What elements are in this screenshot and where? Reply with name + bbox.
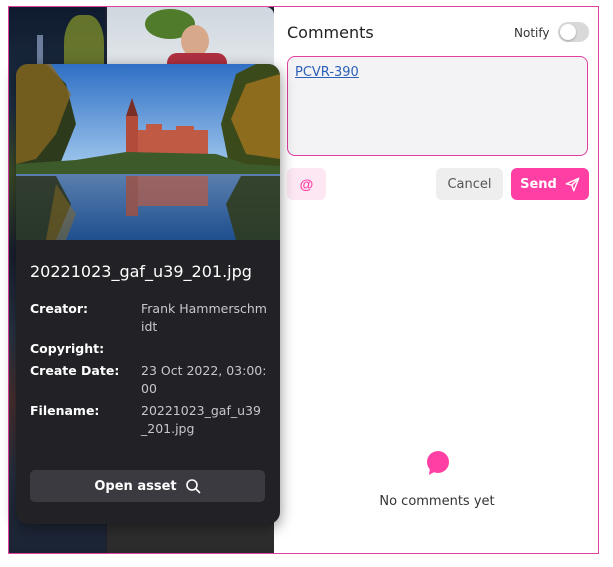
metadata-row-filename: Filename: 20221023_gaf_u39_201.jpg (30, 402, 270, 438)
metadata-value (141, 340, 267, 358)
asset-title: 20221023_gaf_u39_201.jpg (30, 262, 252, 281)
send-button[interactable]: Send (511, 168, 589, 200)
toggle-knob (560, 24, 576, 40)
mention-button[interactable]: @ (287, 168, 326, 200)
gallery-thumbnail-person[interactable] (107, 7, 274, 73)
metadata-value: 23 Oct 2022, 03:00:00 (141, 363, 267, 396)
metadata-value: Frank Hammerschmidt (141, 301, 267, 334)
metadata-row-copyright: Copyright: (30, 340, 270, 358)
notify-toggle[interactable] (558, 22, 589, 42)
open-asset-button[interactable]: Open asset (30, 470, 265, 502)
cancel-button[interactable]: Cancel (436, 168, 503, 200)
comments-title: Comments (287, 23, 374, 42)
asset-info-popover: 20221023_gaf_u39_201.jpg Creator: Frank … (16, 64, 280, 524)
empty-state-text: No comments yet (379, 494, 495, 509)
notify-label: Notify (514, 26, 550, 40)
asset-metadata: Creator: Frank Hammerschmidt Copyright: … (30, 300, 270, 442)
send-button-label: Send (520, 176, 557, 192)
metadata-key: Filename: (30, 403, 100, 418)
mention-link[interactable]: PCVR-390 (295, 65, 359, 80)
comments-panel: Comments Notify PCVR-390 @ Cancel Send N… (276, 7, 598, 553)
open-asset-label: Open asset (94, 478, 177, 494)
asset-preview-image (16, 64, 280, 240)
metadata-key: Create Date: (30, 363, 120, 378)
metadata-row-create-date: Create Date: 23 Oct 2022, 03:00:00 (30, 362, 270, 398)
comment-input[interactable]: PCVR-390 (287, 56, 588, 156)
search-icon (185, 479, 200, 494)
metadata-value: 20221023_gaf_u39_201.jpg (141, 403, 261, 436)
metadata-row-creator: Creator: Frank Hammerschmidt (30, 300, 270, 336)
comment-bubble-icon (427, 451, 449, 475)
send-icon (565, 177, 580, 191)
metadata-key: Copyright: (30, 341, 105, 356)
metadata-key: Creator: (30, 301, 88, 316)
